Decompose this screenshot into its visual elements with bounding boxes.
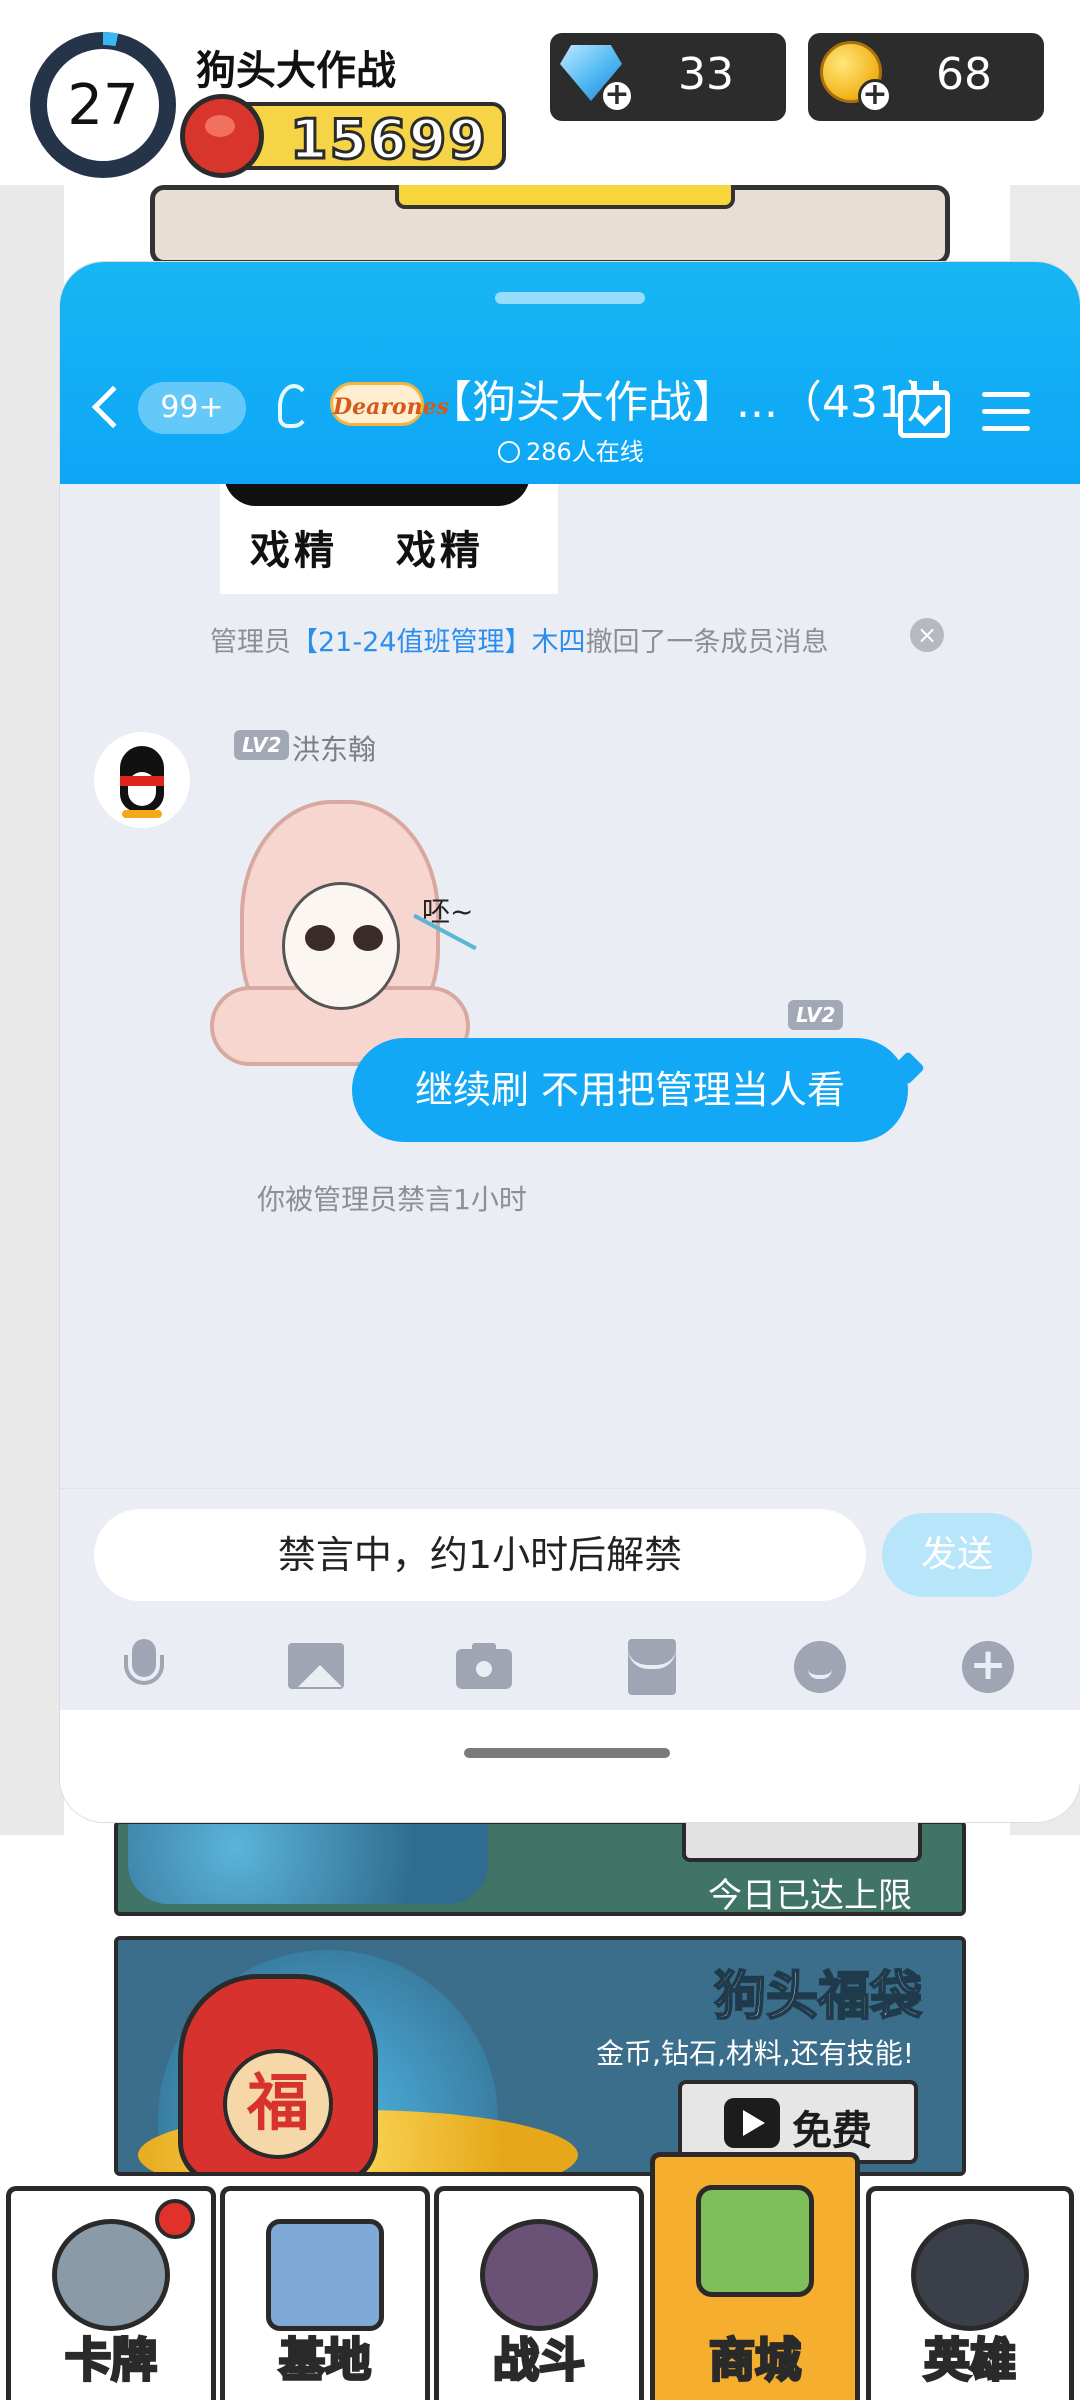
diamond-plus-icon[interactable]: + xyxy=(554,35,634,113)
avatar[interactable] xyxy=(94,732,190,828)
group-logo: Dearones xyxy=(330,382,449,426)
input-area: 禁言中，约1小时后解禁 发送 + xyxy=(60,1488,1080,1710)
tab-shop[interactable]: 商城 xyxy=(650,2152,860,2400)
calendar-check-icon[interactable] xyxy=(898,381,950,438)
mute-notice: 你被管理员禁言1小时 xyxy=(257,1183,527,1216)
coin-plus-icon[interactable]: + xyxy=(812,35,892,113)
coin-counter[interactable]: + 68 xyxy=(808,33,1044,121)
coin-value: 68 xyxy=(936,49,992,100)
tab-heroes[interactable]: 英雄 xyxy=(866,2186,1074,2400)
admin-name-link[interactable]: 【21-24值班管理】木四 xyxy=(291,627,585,658)
welfare-status: 今日已达上限 xyxy=(708,1876,912,1916)
home-indicator[interactable] xyxy=(464,1748,670,1758)
sheep-sticker[interactable]: 呸~ xyxy=(210,790,520,1080)
unread-count-badge[interactable]: 99+ xyxy=(138,382,246,434)
message-input[interactable]: 禁言中，约1小时后解禁 xyxy=(94,1509,866,1601)
welfare-art xyxy=(128,1824,488,1904)
plus-icon[interactable]: + xyxy=(958,1639,1018,1695)
boxing-glove-icon xyxy=(180,94,264,178)
back-arrow-icon[interactable] xyxy=(91,385,135,429)
drag-handle[interactable] xyxy=(495,292,645,304)
my-level-badge: LV2 xyxy=(788,1000,844,1030)
group-title[interactable]: 【狗头大作战】...（431） xyxy=(428,366,950,430)
castle-icon xyxy=(266,2219,384,2331)
game-top-banner xyxy=(150,185,950,265)
tab-battle[interactable]: 战斗 xyxy=(434,2186,644,2400)
recall-notice: 管理员【21-24值班管理】木四撤回了一条成员消息 xyxy=(210,627,829,658)
game-name: 狗头大作战 xyxy=(196,48,396,94)
home-area xyxy=(60,1710,1080,1822)
bottom-tab-bar: 卡牌 基地 战斗 商城 英雄 xyxy=(0,2152,1080,2400)
lucky-bag-icon: 福 xyxy=(178,1974,378,2172)
sender-name[interactable]: 洪东翰 xyxy=(292,728,376,768)
diamond-value: 33 xyxy=(678,49,734,100)
tab-base[interactable]: 基地 xyxy=(220,2186,430,2400)
diamond-counter[interactable]: + 33 xyxy=(550,33,786,121)
menu-icon[interactable] xyxy=(982,392,1030,432)
money-icon xyxy=(696,2185,814,2297)
previous-sticker[interactable]: 戏精 戏精 xyxy=(220,484,558,594)
close-notice-icon[interactable]: × xyxy=(910,618,944,652)
welfare-panel[interactable]: 今日已达上限 xyxy=(114,1818,966,1916)
game-hud: 27 狗头大作战 15699 + 33 + 68 xyxy=(0,0,1080,185)
score-value: 15699 xyxy=(289,107,488,173)
lucky-bag-panel[interactable]: 福 狗头福袋 金币,钻石,材料,还有技能! 免费 xyxy=(114,1936,966,2176)
level-ring-icon[interactable]: 27 xyxy=(30,32,176,178)
lucky-bag-title: 狗头福袋 xyxy=(713,1966,923,2028)
camera-icon[interactable] xyxy=(454,1639,514,1695)
video-play-icon xyxy=(724,2098,780,2148)
message-list[interactable]: 戏精 戏精 管理员【21-24值班管理】木四撤回了一条成员消息 × LV2 洪东… xyxy=(60,484,1080,1488)
online-count: 286人在线 xyxy=(498,432,644,467)
mic-icon[interactable] xyxy=(114,1639,174,1695)
earpiece-icon xyxy=(278,384,310,428)
game-side-left xyxy=(0,185,64,1835)
husky-dog-icon xyxy=(52,2219,170,2331)
paw-icon xyxy=(480,2219,598,2331)
free-label: 免费 xyxy=(792,2108,872,2154)
my-message-bubble[interactable]: 继续刷 不用把管理当人看 xyxy=(352,1038,908,1142)
group-chat-overlay: 99+ Dearones 【狗头大作战】...（431） 286人在线 戏精 戏… xyxy=(60,262,1080,1822)
image-icon[interactable] xyxy=(286,1639,346,1695)
chat-header: 99+ Dearones 【狗头大作战】...（431） 286人在线 xyxy=(60,262,1080,484)
level-value: 27 xyxy=(43,45,163,165)
red-packet-icon[interactable] xyxy=(622,1639,682,1695)
masked-hero-icon xyxy=(911,2219,1029,2331)
tab-cards[interactable]: 卡牌 xyxy=(6,2186,216,2400)
lucky-bag-subtitle: 金币,钻石,材料,还有技能! xyxy=(596,2037,914,2070)
emoji-icon[interactable] xyxy=(790,1639,850,1695)
online-check-icon xyxy=(498,441,520,463)
level-badge: LV2 xyxy=(234,730,290,760)
send-button[interactable]: 发送 xyxy=(882,1513,1032,1597)
notification-dot xyxy=(155,2199,195,2239)
